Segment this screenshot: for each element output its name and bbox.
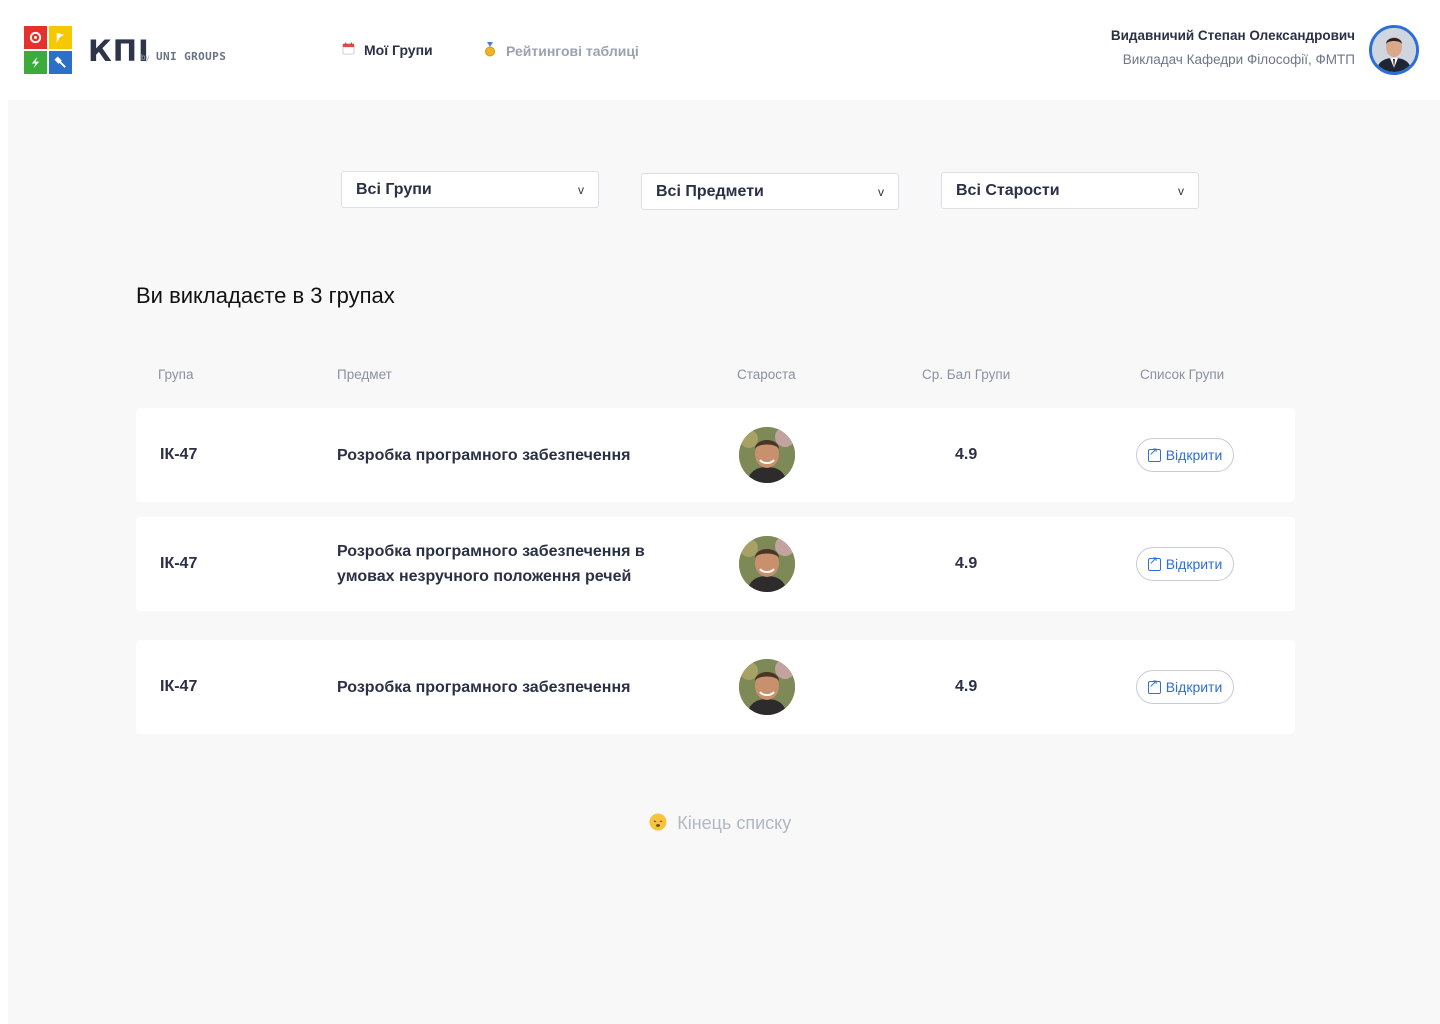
table-row: ІК-47 Розробка програмного забезпечення … [136,517,1295,611]
chevron-down-icon: v [578,182,584,197]
filter-groups-select[interactable]: Всі Групи v [341,171,599,208]
row-group: ІК-47 [160,446,198,463]
chevron-down-icon: v [878,184,884,199]
filter-heads-select[interactable]: Всі Старости v [941,172,1199,209]
open-group-list-button[interactable]: Відкрити [1136,547,1234,581]
open-group-list-button[interactable]: Відкрити [1136,670,1234,704]
chevron-down-icon: v [1178,183,1184,198]
nav-my-groups[interactable]: Мої Групи [340,42,433,58]
open-button-label: Відкрити [1165,556,1223,572]
row-subject: Розробка програмного забезпечення [337,678,631,696]
row-subject: Розробка програмного забезпечення в умов… [337,543,645,585]
page-title: Ви викладаєте в 3 групах [136,283,395,308]
user-name[interactable]: Видавничий Степан Олександрович [1111,28,1355,43]
medal-icon [482,42,498,60]
open-button-label: Відкрити [1165,679,1223,695]
external-link-icon [1147,677,1161,694]
filter-heads-label: Всі Старости [956,181,1060,199]
logo-quadrant-red [24,26,47,49]
header: КПІ by UNI GROUPS Мої Групи Рейтингові т… [0,0,1440,100]
table-row: ІК-47 Розробка програмного забезпечення … [136,640,1295,734]
column-header-list: Список Групи [1140,367,1225,382]
lightning-icon [31,56,40,69]
row-average-score: 4.9 [955,446,978,463]
filter-subjects-label: Всі Предмети [656,182,764,200]
user-role: Викладач Кафедри Філософії, ФМТП [1122,52,1355,67]
column-header-group: Група [158,367,194,382]
table-row: ІК-47 Розробка програмного забезпечення … [136,408,1295,502]
brand-by: by [141,53,150,62]
nav-my-groups-label: Мої Групи [364,42,433,58]
row-subject: Розробка програмного забезпечення [337,446,631,464]
nav-rating-tables[interactable]: Рейтингові таблиці [482,42,639,60]
tools-icon [29,31,42,44]
main-content: Всі Групи v Всі Предмети v Всі Старости … [8,100,1440,1024]
nav-rating-tables-label: Рейтингові таблиці [506,43,639,59]
wrench-icon [54,56,66,68]
end-of-list-label: Кінець списку [677,813,792,833]
column-header-subject: Предмет [337,367,392,382]
sleeping-face-icon [649,813,671,833]
row-average-score: 4.9 [955,555,978,572]
open-button-label: Відкрити [1165,447,1223,463]
filter-subjects-select[interactable]: Всі Предмети v [641,173,899,210]
row-group: ІК-47 [160,678,198,695]
head-avatar [739,536,795,592]
open-group-list-button[interactable]: Відкрити [1136,438,1234,472]
column-header-average: Ср. Бал Групи [922,367,1011,382]
brand-name: КПІ [88,34,150,68]
end-of-list: Кінець списку [8,813,1432,834]
external-link-icon [1147,554,1161,571]
logo-quadrant-yellow [49,26,72,49]
logo-quadrant-blue [49,51,72,74]
column-header-head: Староста [737,367,796,382]
logo-quadrant-green [24,51,47,74]
kpi-logo[interactable] [24,26,72,74]
row-average-score: 4.9 [955,678,978,695]
user-avatar[interactable] [1369,25,1419,75]
brand-subtitle: UNI GROUPS [156,50,227,63]
external-link-icon [1147,445,1161,462]
head-avatar [739,659,795,715]
flag-icon [56,32,65,44]
filter-groups-label: Всі Групи [356,180,432,198]
row-group: ІК-47 [160,555,198,572]
calendar-icon [340,42,356,58]
head-avatar [739,427,795,483]
